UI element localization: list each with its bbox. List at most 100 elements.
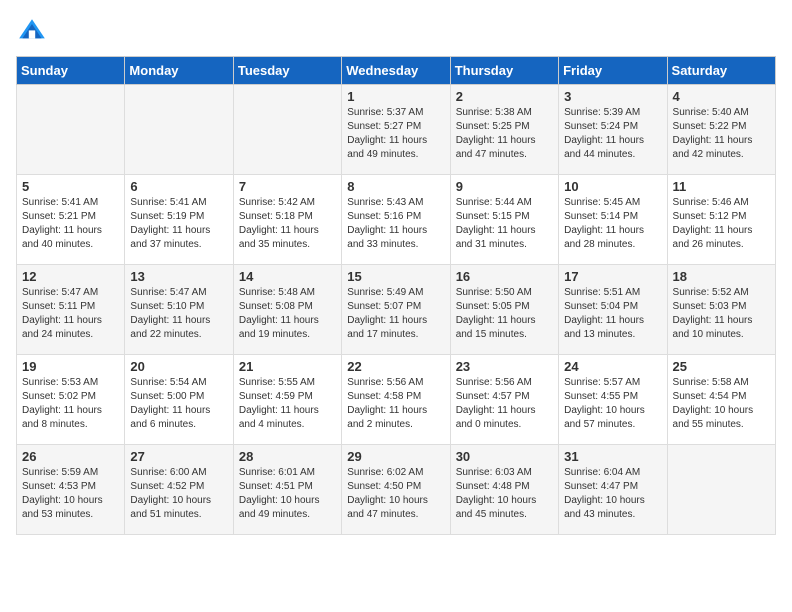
day-info: Sunrise: 5:42 AM Sunset: 5:18 PM Dayligh… <box>239 196 336 252</box>
day-number: 6 <box>130 179 227 194</box>
calendar-cell: 18 Sunrise: 5:52 AM Sunset: 5:03 PM Dayli… <box>667 265 775 355</box>
day-number: 7 <box>239 179 336 194</box>
day-info: Sunrise: 5:47 AM Sunset: 5:10 PM Dayligh… <box>130 286 227 342</box>
calendar-cell: 22 Sunrise: 5:56 AM Sunset: 4:58 PM Dayli… <box>342 355 450 445</box>
calendar-cell: 17 Sunrise: 5:51 AM Sunset: 5:04 PM Dayli… <box>559 265 667 355</box>
calendar-cell: 24Sunrise: 5:57 AM Sunset: 4:55 PM Dayli… <box>559 355 667 445</box>
day-number: 13 <box>130 269 227 284</box>
calendar-cell: 9Sunrise: 5:44 AM Sunset: 5:15 PM Daylig… <box>450 175 558 265</box>
day-info: Sunrise: 5:59 AM Sunset: 4:53 PM Dayligh… <box>22 466 119 522</box>
calendar-cell: 13 Sunrise: 5:47 AM Sunset: 5:10 PM Dayli… <box>125 265 233 355</box>
day-number: 20 <box>130 359 227 374</box>
day-number: 29 <box>347 449 444 464</box>
day-number: 18 <box>673 269 770 284</box>
day-info: Sunrise: 6:01 AM Sunset: 4:51 PM Dayligh… <box>239 466 336 522</box>
calendar-cell: 30 Sunrise: 6:03 AM Sunset: 4:48 PM Dayli… <box>450 445 558 535</box>
calendar-cell <box>667 445 775 535</box>
day-info: Sunrise: 6:00 AM Sunset: 4:52 PM Dayligh… <box>130 466 227 522</box>
calendar-cell: 29 Sunrise: 6:02 AM Sunset: 4:50 PM Dayli… <box>342 445 450 535</box>
day-number: 17 <box>564 269 661 284</box>
column-header-wednesday: Wednesday <box>342 57 450 85</box>
calendar-cell: 31 Sunrise: 6:04 AM Sunset: 4:47 PM Dayli… <box>559 445 667 535</box>
column-header-saturday: Saturday <box>667 57 775 85</box>
day-number: 5 <box>22 179 119 194</box>
calendar-cell: 6 Sunrise: 5:41 AM Sunset: 5:19 PM Daylig… <box>125 175 233 265</box>
day-info: Sunrise: 5:39 AM Sunset: 5:24 PM Dayligh… <box>564 106 661 162</box>
column-header-tuesday: Tuesday <box>233 57 341 85</box>
calendar-cell: 10 Sunrise: 5:45 AM Sunset: 5:14 PM Dayli… <box>559 175 667 265</box>
calendar-week-3: 12 Sunrise: 5:47 AM Sunset: 5:11 PM Dayli… <box>17 265 776 355</box>
day-number: 1 <box>347 89 444 104</box>
calendar-cell: 27 Sunrise: 6:00 AM Sunset: 4:52 PM Dayli… <box>125 445 233 535</box>
day-number: 30 <box>456 449 553 464</box>
day-info: Sunrise: 5:40 AM Sunset: 5:22 PM Dayligh… <box>673 106 770 162</box>
calendar-cell: 21Sunrise: 5:55 AM Sunset: 4:59 PM Dayli… <box>233 355 341 445</box>
calendar-cell <box>125 85 233 175</box>
day-info: Sunrise: 5:57 AM Sunset: 4:55 PM Dayligh… <box>564 376 661 432</box>
day-number: 15 <box>347 269 444 284</box>
day-info: Sunrise: 5:41 AM Sunset: 5:21 PM Dayligh… <box>22 196 119 252</box>
day-info: Sunrise: 5:53 AM Sunset: 5:02 PM Dayligh… <box>22 376 119 432</box>
day-info: Sunrise: 6:03 AM Sunset: 4:48 PM Dayligh… <box>456 466 553 522</box>
calendar-cell: 28 Sunrise: 6:01 AM Sunset: 4:51 PM Dayli… <box>233 445 341 535</box>
day-number: 12 <box>22 269 119 284</box>
calendar-cell: 4 Sunrise: 5:40 AM Sunset: 5:22 PM Daylig… <box>667 85 775 175</box>
day-info: Sunrise: 5:46 AM Sunset: 5:12 PM Dayligh… <box>673 196 770 252</box>
day-number: 19 <box>22 359 119 374</box>
day-info: Sunrise: 5:51 AM Sunset: 5:04 PM Dayligh… <box>564 286 661 342</box>
calendar-cell: 2Sunrise: 5:38 AM Sunset: 5:25 PM Daylig… <box>450 85 558 175</box>
calendar-header-row: SundayMondayTuesdayWednesdayThursdayFrid… <box>17 57 776 85</box>
calendar-week-1: 1 Sunrise: 5:37 AM Sunset: 5:27 PM Daylig… <box>17 85 776 175</box>
day-number: 22 <box>347 359 444 374</box>
day-info: Sunrise: 5:54 AM Sunset: 5:00 PM Dayligh… <box>130 376 227 432</box>
day-info: Sunrise: 5:50 AM Sunset: 5:05 PM Dayligh… <box>456 286 553 342</box>
calendar-cell: 11 Sunrise: 5:46 AM Sunset: 5:12 PM Dayli… <box>667 175 775 265</box>
day-info: Sunrise: 5:45 AM Sunset: 5:14 PM Dayligh… <box>564 196 661 252</box>
calendar-cell: 5 Sunrise: 5:41 AM Sunset: 5:21 PM Daylig… <box>17 175 125 265</box>
day-number: 21 <box>239 359 336 374</box>
calendar-cell: 3Sunrise: 5:39 AM Sunset: 5:24 PM Daylig… <box>559 85 667 175</box>
calendar-cell: 23 Sunrise: 5:56 AM Sunset: 4:57 PM Dayli… <box>450 355 558 445</box>
day-info: Sunrise: 5:48 AM Sunset: 5:08 PM Dayligh… <box>239 286 336 342</box>
day-info: Sunrise: 5:58 AM Sunset: 4:54 PM Dayligh… <box>673 376 770 432</box>
column-header-thursday: Thursday <box>450 57 558 85</box>
logo <box>16 16 52 48</box>
day-number: 23 <box>456 359 553 374</box>
day-info: Sunrise: 5:47 AM Sunset: 5:11 PM Dayligh… <box>22 286 119 342</box>
calendar-cell: 15 Sunrise: 5:49 AM Sunset: 5:07 PM Dayli… <box>342 265 450 355</box>
calendar-cell: 20 Sunrise: 5:54 AM Sunset: 5:00 PM Dayli… <box>125 355 233 445</box>
day-number: 14 <box>239 269 336 284</box>
calendar-week-5: 26 Sunrise: 5:59 AM Sunset: 4:53 PM Dayli… <box>17 445 776 535</box>
day-number: 4 <box>673 89 770 104</box>
calendar-cell: 1 Sunrise: 5:37 AM Sunset: 5:27 PM Daylig… <box>342 85 450 175</box>
calendar-cell: 19 Sunrise: 5:53 AM Sunset: 5:02 PM Dayli… <box>17 355 125 445</box>
calendar-cell: 14 Sunrise: 5:48 AM Sunset: 5:08 PM Dayli… <box>233 265 341 355</box>
day-number: 11 <box>673 179 770 194</box>
day-info: Sunrise: 5:52 AM Sunset: 5:03 PM Dayligh… <box>673 286 770 342</box>
column-header-sunday: Sunday <box>17 57 125 85</box>
calendar-cell: 8Sunrise: 5:43 AM Sunset: 5:16 PM Daylig… <box>342 175 450 265</box>
day-number: 2 <box>456 89 553 104</box>
day-info: Sunrise: 5:43 AM Sunset: 5:16 PM Dayligh… <box>347 196 444 252</box>
column-header-friday: Friday <box>559 57 667 85</box>
day-number: 10 <box>564 179 661 194</box>
day-number: 9 <box>456 179 553 194</box>
day-info: Sunrise: 5:56 AM Sunset: 4:58 PM Dayligh… <box>347 376 444 432</box>
day-info: Sunrise: 5:41 AM Sunset: 5:19 PM Dayligh… <box>130 196 227 252</box>
logo-icon <box>16 16 48 48</box>
calendar-cell: 26 Sunrise: 5:59 AM Sunset: 4:53 PM Dayli… <box>17 445 125 535</box>
day-info: Sunrise: 6:04 AM Sunset: 4:47 PM Dayligh… <box>564 466 661 522</box>
calendar-cell: 7 Sunrise: 5:42 AM Sunset: 5:18 PM Daylig… <box>233 175 341 265</box>
day-number: 28 <box>239 449 336 464</box>
day-info: Sunrise: 5:49 AM Sunset: 5:07 PM Dayligh… <box>347 286 444 342</box>
day-number: 26 <box>22 449 119 464</box>
calendar-week-4: 19 Sunrise: 5:53 AM Sunset: 5:02 PM Dayli… <box>17 355 776 445</box>
day-info: Sunrise: 6:02 AM Sunset: 4:50 PM Dayligh… <box>347 466 444 522</box>
day-number: 25 <box>673 359 770 374</box>
day-info: Sunrise: 5:37 AM Sunset: 5:27 PM Dayligh… <box>347 106 444 162</box>
day-number: 31 <box>564 449 661 464</box>
day-info: Sunrise: 5:56 AM Sunset: 4:57 PM Dayligh… <box>456 376 553 432</box>
calendar-cell <box>233 85 341 175</box>
calendar-week-2: 5 Sunrise: 5:41 AM Sunset: 5:21 PM Daylig… <box>17 175 776 265</box>
day-number: 27 <box>130 449 227 464</box>
